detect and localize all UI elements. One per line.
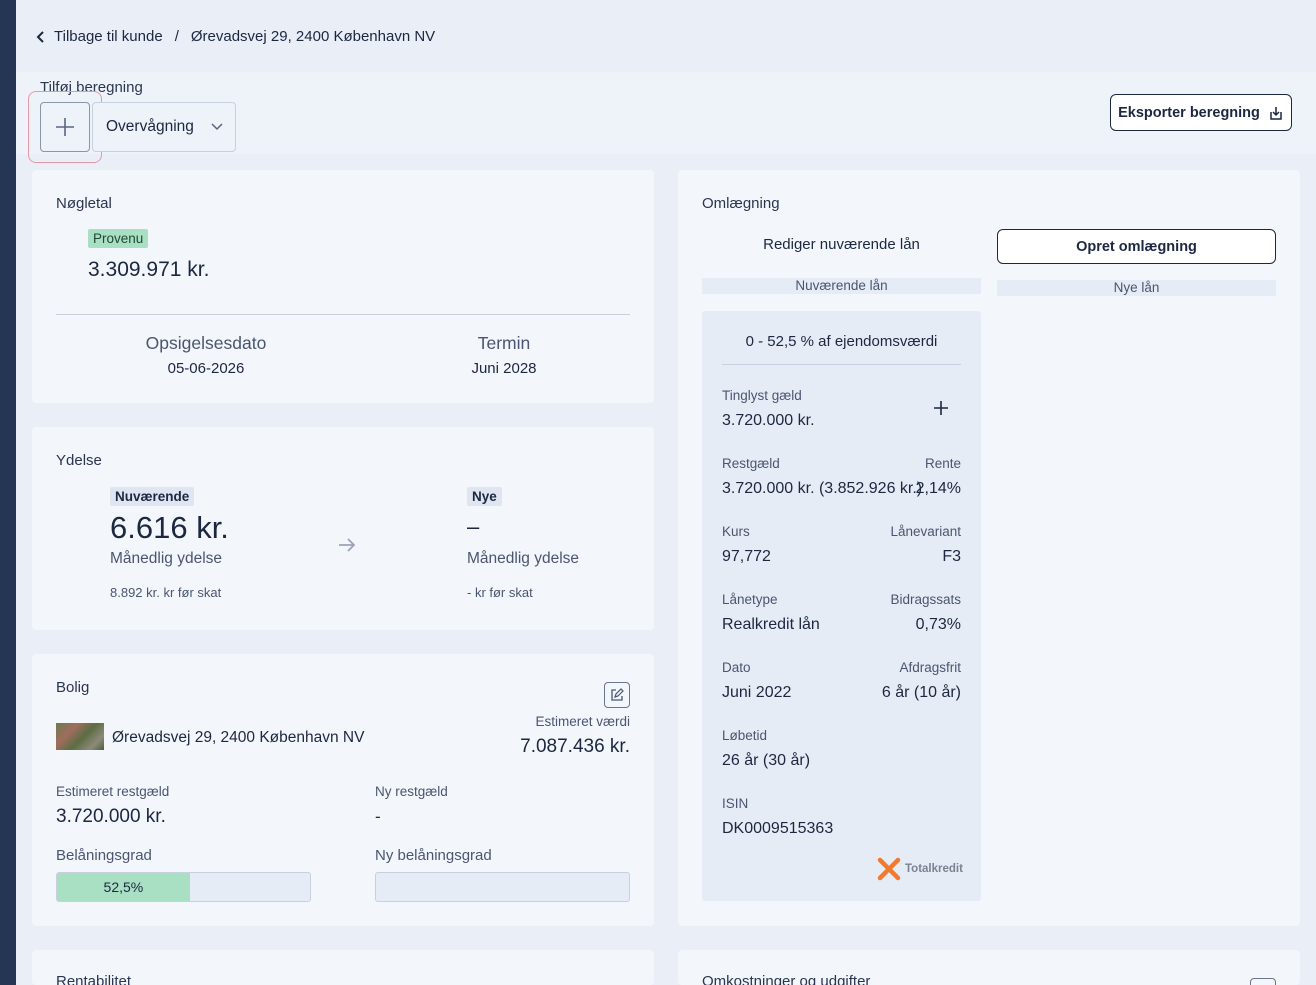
property-thumbnail (56, 723, 104, 750)
breadcrumb: Tilbage til kunde / Ørevadsvej 29, 2400 … (36, 28, 435, 45)
refinancing-title: Omlægning (702, 195, 780, 212)
term-label: Termin (477, 333, 531, 353)
totalkredit-x-icon (877, 857, 901, 881)
lender-logo: Totalkredit (877, 857, 963, 881)
isin-value: DK0009515363 (722, 820, 834, 837)
breadcrumb-separator: / (174, 28, 179, 45)
new-pre-tax: - kr før skat (467, 585, 533, 600)
rente-value: 2,14% (915, 480, 961, 497)
ltv-progress-bar: 52,5% (56, 872, 311, 902)
plus-icon (56, 118, 74, 136)
export-calculation-button[interactable]: Eksporter beregning (1110, 94, 1292, 131)
tinglyst-label: Tinglyst gæld (722, 388, 802, 403)
ltv-progress-fill: 52,5% (57, 873, 190, 901)
loan-range-divider (722, 364, 961, 365)
calculation-type-select[interactable]: Overvågning (92, 102, 236, 152)
lender-logo-text: Totalkredit (905, 863, 963, 875)
edit-costs-button[interactable] (1250, 978, 1276, 985)
current-payment-value: 6.616 kr. (110, 510, 229, 545)
ltv-label: Belåningsgrad (56, 847, 152, 864)
breadcrumb-current: Ørevadsvej 29, 2400 København NV (190, 28, 436, 45)
key-figures-card: Nøgletal Provenu 3.309.971 kr. Opsigelse… (32, 170, 654, 403)
new-debt-value: - (375, 807, 381, 826)
laanevariant-value: F3 (942, 548, 961, 565)
refinancing-card: Omlægning Rediger nuværende lån Opret om… (678, 170, 1300, 926)
provenu-badge: Provenu (88, 229, 149, 248)
bidragssats-label: Bidragssats (890, 592, 961, 607)
key-figures-title: Nøgletal (56, 195, 112, 212)
arrow-right-icon (339, 538, 356, 552)
chevron-left-icon (36, 30, 44, 43)
estimated-value-label: Estimeret værdi (535, 714, 630, 729)
new-badge: Nye (467, 487, 502, 506)
edit-icon (611, 688, 624, 701)
termination-date-label: Opsigelsesdato (145, 333, 267, 353)
current-badge: Nuværende (110, 487, 195, 506)
chevron-down-icon (211, 123, 223, 131)
current-loans-header: Nuværende lån (702, 278, 981, 294)
isin-label: ISIN (722, 796, 749, 811)
dato-label: Dato (722, 660, 751, 675)
key-figures-divider (56, 314, 630, 315)
new-payment-sub: Månedlig ydelse (467, 550, 580, 567)
laanetype-value: Realkredit lån (722, 616, 820, 633)
termination-date-value: 05-06-2026 (167, 360, 245, 377)
kurs-value: 97,772 (722, 548, 771, 565)
estimated-value: 7.087.436 kr. (520, 736, 630, 757)
new-debt-label: Ny restgæld (375, 784, 448, 799)
edit-property-button[interactable] (604, 682, 630, 708)
new-ltv-label: Ny belåningsgrad (375, 847, 492, 864)
plus-icon[interactable] (933, 400, 949, 416)
tinglyst-value: 3.720.000 kr. (722, 412, 815, 429)
profitability-title: Rentabilitet (56, 973, 132, 985)
estimated-debt-value: 3.720.000 kr. (56, 806, 166, 827)
costs-title: Omkostninger og udgifter (702, 973, 871, 985)
new-loans-header: Nye lån (997, 280, 1276, 296)
new-ltv-progress-bar (375, 872, 630, 902)
costs-card: Omkostninger og udgifter (678, 950, 1300, 985)
download-icon (1270, 106, 1282, 120)
current-loans-label: Nuværende lån (795, 278, 888, 293)
payment-card: Ydelse Nuværende 6.616 kr. Månedlig ydel… (32, 427, 654, 630)
calculation-type-value: Overvågning (106, 118, 194, 135)
payment-title: Ydelse (56, 452, 102, 469)
ltv-value: 52,5% (103, 879, 144, 895)
afdragsfrit-value: 6 år (10 år) (881, 684, 961, 701)
calculation-toolbar: Tilføj beregning Overvågning Eksporter b… (16, 72, 1316, 163)
create-refinancing-label: Opret omlægning (1076, 238, 1197, 255)
current-payment-sub: Månedlig ydelse (110, 550, 223, 567)
property-card: Bolig Ørevadsvej 29, 2400 København NV E… (32, 654, 654, 926)
property-address: Ørevadsvej 29, 2400 København NV (112, 729, 365, 746)
kurs-label: Kurs (722, 524, 750, 539)
rente-label: Rente (924, 456, 961, 471)
edit-current-loans-button[interactable]: Rediger nuværende lån (702, 236, 981, 253)
laanevariant-label: Lånevariant (890, 524, 961, 539)
profitability-card: Rentabilitet (32, 950, 654, 985)
property-title: Bolig (56, 679, 90, 696)
side-rail (0, 0, 16, 985)
estimated-debt-label: Estimeret restgæld (56, 784, 170, 799)
new-loans-label: Nye lån (1113, 280, 1160, 295)
laanetype-label: Lånetype (722, 592, 778, 607)
main-content: Tilbage til kunde / Ørevadsvej 29, 2400 … (16, 0, 1316, 985)
add-calculation-button[interactable] (40, 102, 90, 152)
back-link-label: Tilbage til kunde (54, 28, 163, 45)
dato-value: Juni 2022 (722, 684, 792, 701)
new-payment-value: – (467, 514, 480, 539)
restgaeld-label: Restgæld (722, 456, 780, 471)
loan-range: 0 - 52,5 % af ejendomsværdi (745, 333, 938, 350)
back-link[interactable]: Tilbage til kunde (36, 28, 163, 45)
bidragssats-value: 0,73% (915, 616, 961, 633)
current-loan-panel: 0 - 52,5 % af ejendomsværdi Tinglyst gæl… (702, 311, 981, 901)
afdragsfrit-label: Afdragsfrit (899, 660, 961, 675)
term-value: Juni 2028 (471, 360, 537, 377)
loebetid-label: Løbetid (722, 728, 768, 743)
current-pre-tax: 8.892 kr. kr før skat (110, 585, 222, 600)
create-refinancing-button[interactable]: Opret omlægning (997, 229, 1276, 264)
export-label: Eksporter beregning (1118, 104, 1260, 121)
loebetid-value: 26 år (30 år) (722, 752, 811, 769)
provenu-value: 3.309.971 kr. (88, 258, 210, 281)
